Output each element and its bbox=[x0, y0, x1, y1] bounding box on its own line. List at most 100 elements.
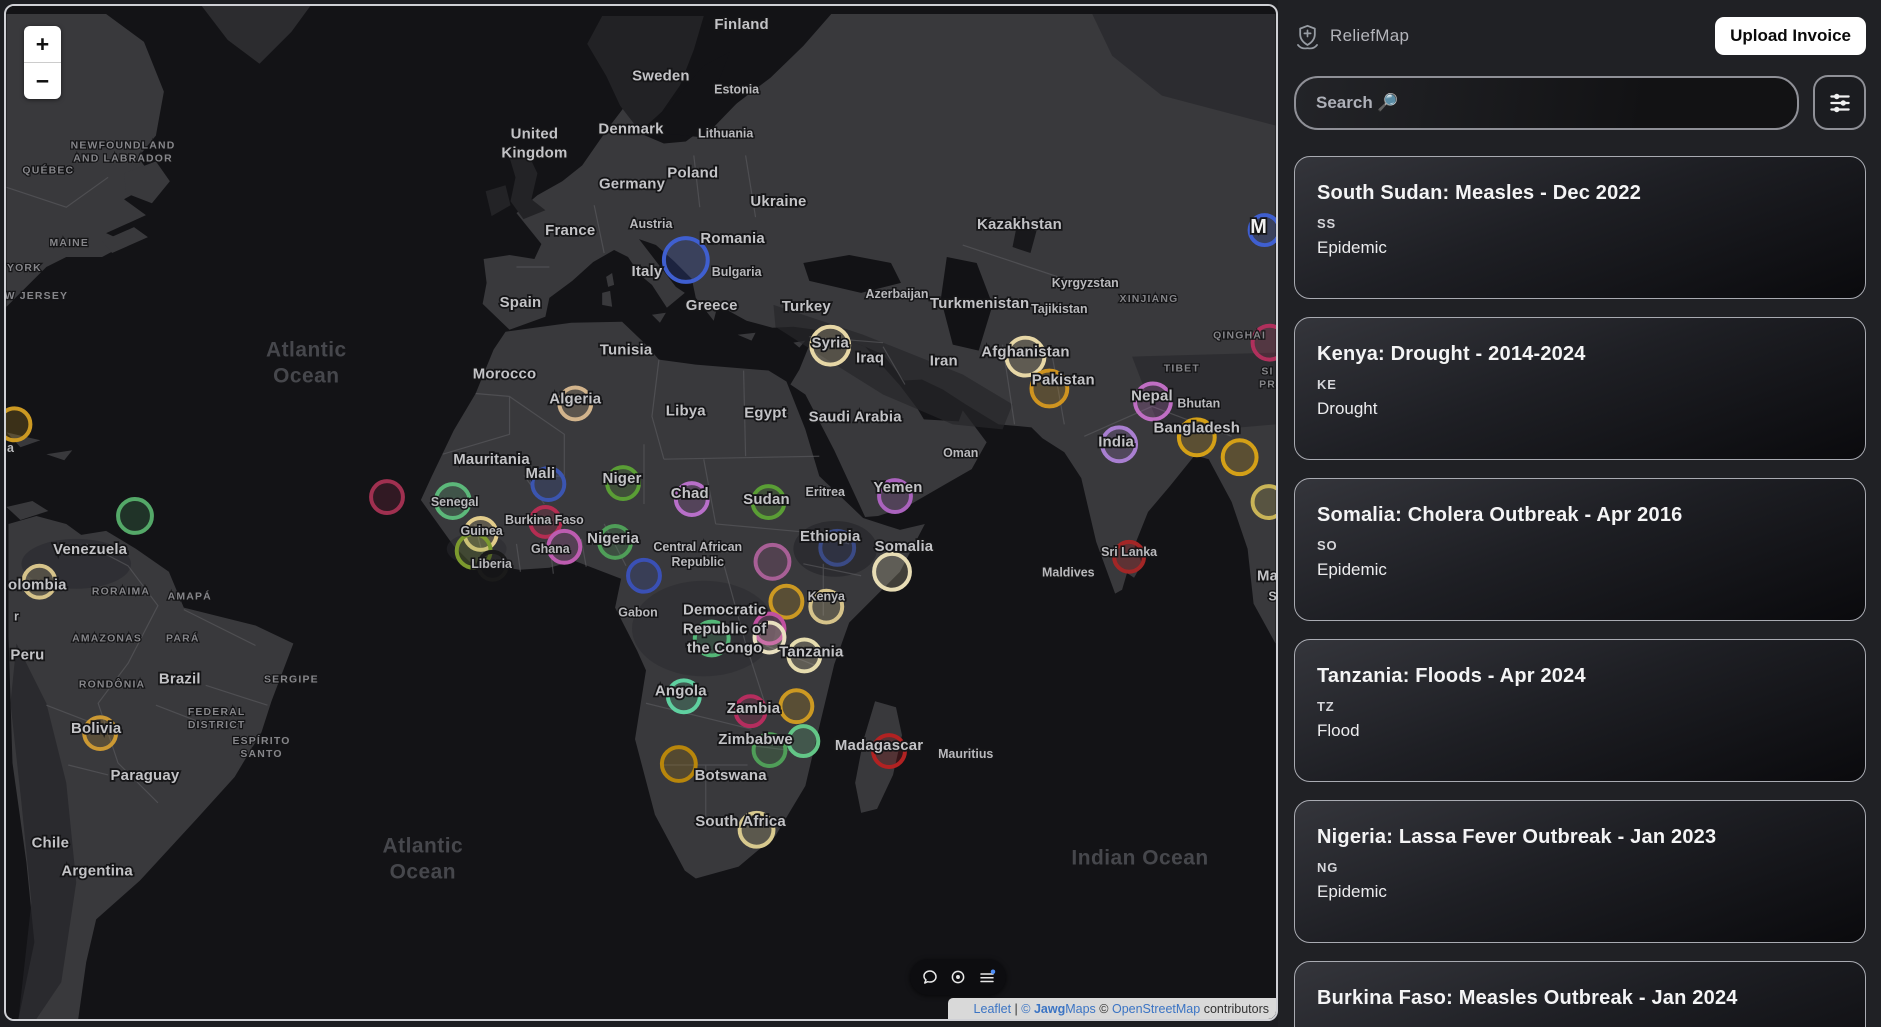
event-card-list: South Sudan: Measles - Dec 2022 SS Epide… bbox=[1294, 156, 1866, 1027]
map-label: Paraguay bbox=[111, 767, 180, 784]
event-country-code: SO bbox=[1317, 538, 1841, 553]
map-label: Peru bbox=[10, 646, 44, 663]
map-label: Algeria bbox=[549, 390, 602, 407]
brand: ReliefMap bbox=[1294, 23, 1409, 50]
map-label: Angola bbox=[655, 682, 707, 699]
map-label: Kazakhstan bbox=[977, 216, 1062, 233]
map-label: Maldives bbox=[1042, 566, 1095, 580]
zoom-out-button[interactable]: − bbox=[24, 63, 61, 99]
map-label: RORAIMA bbox=[92, 587, 150, 598]
event-marker[interactable] bbox=[1253, 486, 1276, 518]
event-card[interactable]: Kenya: Drought - 2014-2024 KE Drought bbox=[1294, 317, 1866, 460]
map-label: UnitedKingdom bbox=[501, 125, 567, 161]
map-label: FEDERALDISTRICT bbox=[188, 707, 246, 731]
map-label: Burkina Faso bbox=[505, 513, 584, 527]
map-label: South Africa bbox=[695, 813, 786, 830]
map-label: W JERSEY bbox=[6, 291, 68, 302]
map-label: Zambia bbox=[727, 700, 781, 717]
eye-icon[interactable] bbox=[949, 968, 967, 986]
map-label: Kenya bbox=[808, 590, 845, 604]
map-label: QUÉBEC bbox=[22, 163, 74, 176]
event-type: Flood bbox=[1317, 721, 1841, 741]
map-label: QINGHAI bbox=[1213, 331, 1266, 342]
map-label: Syria bbox=[811, 335, 849, 352]
openstreetmap-link[interactable]: OpenStreetMap bbox=[1112, 1002, 1200, 1016]
map-label: Tunisia bbox=[600, 342, 653, 359]
event-marker[interactable] bbox=[662, 747, 696, 781]
event-title: Kenya: Drought - 2014-2024 bbox=[1317, 343, 1841, 366]
map-label: Denmark bbox=[598, 120, 664, 137]
map-label: Germany bbox=[599, 175, 666, 192]
event-card[interactable]: Nigeria: Lassa Fever Outbreak - Jan 2023… bbox=[1294, 800, 1866, 943]
filter-button[interactable] bbox=[1813, 75, 1866, 130]
sliders-icon bbox=[1827, 90, 1853, 116]
map-label: Finland bbox=[714, 16, 769, 33]
map-label: Mauritania bbox=[453, 451, 530, 468]
map-label: Ukraine bbox=[750, 193, 806, 210]
menu-icon[interactable] bbox=[978, 968, 996, 986]
map-label: Mauritius bbox=[938, 747, 993, 761]
search-input[interactable] bbox=[1294, 76, 1799, 130]
upload-invoice-button[interactable]: Upload Invoice bbox=[1715, 17, 1866, 55]
map-label: SERGIPE bbox=[264, 674, 319, 685]
event-marker[interactable] bbox=[1223, 440, 1257, 474]
event-marker[interactable] bbox=[874, 554, 910, 590]
map-label: Oman bbox=[943, 446, 978, 460]
map-label: Guinea bbox=[461, 524, 503, 538]
map-label: Tanzania bbox=[779, 643, 844, 660]
map-label: Azerbaijan bbox=[866, 287, 929, 301]
chat-icon[interactable] bbox=[921, 968, 939, 986]
event-marker[interactable] bbox=[780, 690, 812, 722]
map-label: Bulgaria bbox=[712, 265, 762, 279]
map-label: Estonia bbox=[714, 83, 759, 97]
map-label: XINJIANG bbox=[1120, 294, 1179, 305]
jawg-copyright: © bbox=[1021, 1002, 1034, 1016]
event-card[interactable]: Somalia: Cholera Outbreak - Apr 2016 SO … bbox=[1294, 478, 1866, 621]
attribution-separator: | bbox=[1011, 1002, 1021, 1016]
event-marker[interactable] bbox=[118, 499, 152, 533]
event-country-code: TZ bbox=[1317, 699, 1841, 714]
event-marker[interactable] bbox=[371, 481, 403, 513]
zoom-in-button[interactable]: + bbox=[24, 26, 61, 62]
contributors-text: contributors bbox=[1200, 1002, 1269, 1016]
map-label: Morocco bbox=[473, 366, 537, 383]
event-title: South Sudan: Measles - Dec 2022 bbox=[1317, 182, 1841, 205]
map-label: Ma bbox=[1257, 568, 1276, 585]
map-label: AMAZONAS bbox=[72, 633, 142, 644]
event-marker[interactable] bbox=[628, 560, 660, 592]
event-marker[interactable] bbox=[6, 408, 30, 440]
map-label: Poland bbox=[667, 164, 718, 181]
map-label: Pakistan bbox=[1032, 372, 1095, 389]
sidebar-header: ReliefMap Upload Invoice bbox=[1294, 14, 1866, 58]
jawg-link-rest[interactable]: Maps bbox=[1065, 1002, 1096, 1016]
sidebar: ReliefMap Upload Invoice South Sudan: Me… bbox=[1278, 0, 1881, 1027]
map-label: France bbox=[545, 222, 595, 239]
map-label: Saudi Arabia bbox=[809, 408, 903, 425]
map-label: Afghanistan bbox=[981, 344, 1070, 361]
event-card[interactable]: Burkina Faso: Measles Outbreak - Jan 202… bbox=[1294, 961, 1866, 1027]
map-label: Tajikistan bbox=[1031, 302, 1087, 316]
map-label: Italy bbox=[632, 263, 663, 280]
event-title: Somalia: Cholera Outbreak - Apr 2016 bbox=[1317, 504, 1841, 527]
jawg-link[interactable]: Jawg bbox=[1034, 1002, 1065, 1016]
map-label: MAINE bbox=[49, 238, 89, 249]
map-label: NEWFOUNDLANDAND LABRADOR bbox=[71, 140, 176, 164]
search-row bbox=[1294, 75, 1866, 130]
map-label: a bbox=[7, 441, 14, 455]
map-label: Chile bbox=[32, 835, 70, 852]
map-label: SIPR bbox=[1259, 367, 1276, 391]
ukraine-flag-icon bbox=[954, 1004, 969, 1014]
map-label: Greece bbox=[686, 297, 738, 314]
event-card[interactable]: Tanzania: Floods - Apr 2024 TZ Flood bbox=[1294, 639, 1866, 782]
event-card[interactable]: South Sudan: Measles - Dec 2022 SS Epide… bbox=[1294, 156, 1866, 299]
app-title: ReliefMap bbox=[1330, 26, 1409, 46]
map-zoom-control: + − bbox=[24, 26, 61, 99]
leaflet-link[interactable]: Leaflet bbox=[974, 1002, 1012, 1016]
map-label: S bbox=[1268, 590, 1276, 604]
event-marker[interactable] bbox=[788, 726, 818, 756]
map[interactable]: NEWFOUNDLANDAND LABRADORQUÉBECMAINEYORKW… bbox=[4, 4, 1278, 1021]
event-country-code: NG bbox=[1317, 860, 1841, 875]
map-label: Romania bbox=[700, 230, 765, 247]
map-label: Sweden bbox=[632, 68, 690, 85]
event-marker[interactable] bbox=[756, 545, 790, 579]
